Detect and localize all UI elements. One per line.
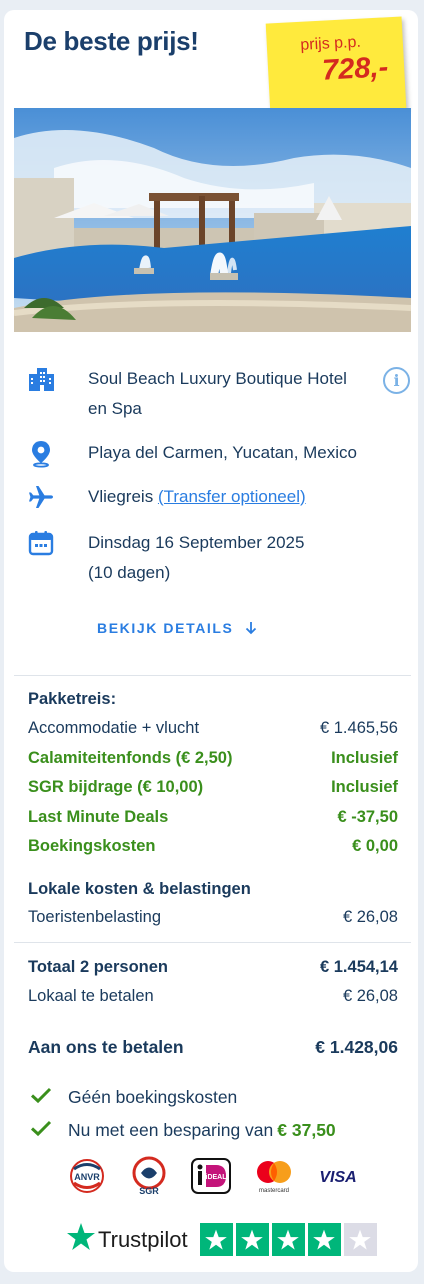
benefit-item: Géén boekingskosten bbox=[30, 1086, 237, 1109]
travel-date: Dinsdag 16 September 2025 bbox=[88, 533, 305, 552]
svg-text:mastercard: mastercard bbox=[259, 1188, 289, 1194]
svg-text:iDEAL: iDEAL bbox=[206, 1174, 228, 1181]
transfer-link[interactable]: (Transfer optioneel) bbox=[158, 487, 306, 506]
hotel-name: Soul Beach Luxury Boutique Hotel en Spa bbox=[88, 369, 347, 418]
location-text: Playa del Carmen, Yucatan, Mexico bbox=[88, 443, 357, 462]
details-button[interactable]: BEKIJK DETAILS bbox=[97, 620, 257, 638]
info-icon[interactable]: i bbox=[383, 367, 410, 394]
sgr-logo: SGR bbox=[128, 1156, 170, 1201]
ideal-logo: iDEAL bbox=[190, 1157, 232, 1200]
arrow-down-icon bbox=[245, 621, 257, 638]
svg-text:ANVR: ANVR bbox=[74, 1172, 100, 1182]
hotel-name-row: Soul Beach Luxury Boutique Hotel en Spa bbox=[26, 364, 368, 424]
location-row: Playa del Carmen, Yucatan, Mexico bbox=[26, 438, 357, 468]
mastercard-logo: mastercard bbox=[252, 1157, 296, 1200]
visa-logo: VISA bbox=[316, 1161, 360, 1196]
travel-type: Vliegreis bbox=[88, 487, 154, 506]
calendar-icon bbox=[26, 528, 56, 558]
price-label: prijs p.p. bbox=[299, 33, 362, 54]
trustpilot-star-icon bbox=[66, 1222, 96, 1257]
price-tag: prijs p.p. 728,- bbox=[265, 16, 407, 116]
price-row: Last Minute Deals € -37,50 bbox=[28, 808, 398, 826]
payment-logos: ANVR SGR iDEAL mastercard VISA bbox=[66, 1156, 380, 1201]
hotel-photo[interactable] bbox=[14, 108, 411, 332]
checkmark-icon bbox=[30, 1119, 52, 1142]
benefit-item: Nu met een besparing van € 37,50 bbox=[30, 1119, 336, 1142]
price-row: Boekingskosten € 0,00 bbox=[28, 837, 398, 855]
pay-now-row: Aan ons te betalen € 1.428,06 bbox=[28, 1037, 398, 1057]
local-pay-row: Lokaal te betalen € 26,08 bbox=[28, 987, 398, 1005]
package-heading: Pakketreis: bbox=[28, 690, 117, 708]
svg-text:SGR: SGR bbox=[139, 1186, 159, 1196]
trustpilot-label: Trustpilot bbox=[98, 1226, 188, 1252]
building-icon bbox=[26, 364, 56, 394]
date-row: Dinsdag 16 September 2025 (10 dagen) bbox=[26, 528, 304, 588]
star-icon bbox=[343, 1223, 377, 1256]
trustpilot-stars bbox=[199, 1223, 380, 1256]
airplane-icon bbox=[26, 482, 56, 512]
price-row: Toeristenbelasting € 26,08 bbox=[28, 908, 398, 926]
divider bbox=[14, 942, 411, 943]
travel-row: Vliegreis (Transfer optioneel) bbox=[26, 482, 306, 512]
trustpilot-rating[interactable]: Trustpilot bbox=[66, 1222, 380, 1257]
star-icon bbox=[271, 1223, 305, 1256]
location-pin-icon bbox=[26, 438, 56, 468]
svg-text:VISA: VISA bbox=[319, 1169, 356, 1186]
star-icon bbox=[199, 1223, 233, 1256]
price-row: SGR bijdrage (€ 10,00) Inclusief bbox=[28, 778, 398, 796]
price-row: Accommodatie + vlucht € 1.465,56 bbox=[28, 719, 398, 737]
divider bbox=[14, 675, 411, 676]
local-costs-heading: Lokale kosten & belastingen bbox=[28, 880, 251, 898]
total-row: Totaal 2 personen € 1.454,14 bbox=[28, 958, 398, 976]
checkmark-icon bbox=[30, 1086, 52, 1109]
star-icon bbox=[307, 1223, 341, 1256]
page-title: De beste prijs! bbox=[24, 26, 199, 56]
price-row: Calamiteitenfonds (€ 2,50) Inclusief bbox=[28, 749, 398, 767]
travel-duration: (10 dagen) bbox=[88, 563, 171, 582]
star-icon bbox=[235, 1223, 269, 1256]
anvr-logo: ANVR bbox=[66, 1158, 108, 1199]
price-amount: 728,- bbox=[321, 51, 389, 87]
